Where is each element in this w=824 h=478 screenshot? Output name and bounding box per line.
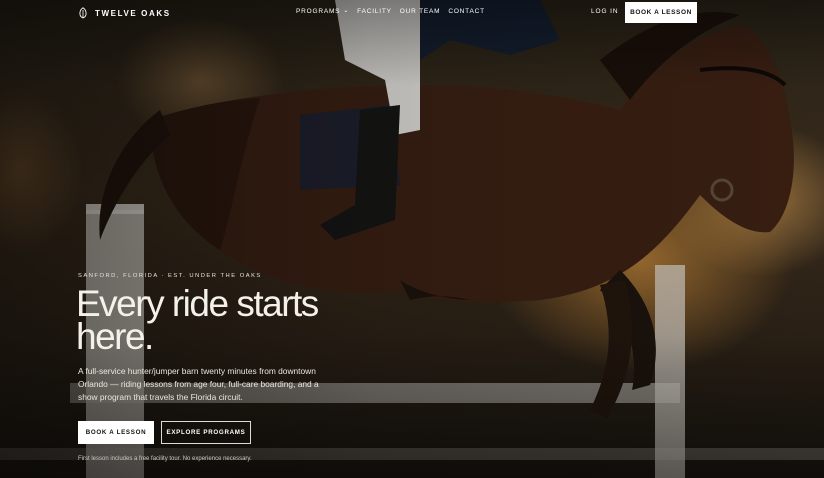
main-menu: PROGRAMS ⌄ FACILITY OUR TEAM CONTACT — [296, 8, 485, 15]
top-nav: TWELVE OAKS PROGRAMS ⌄ FACILITY OUR TEAM… — [0, 0, 824, 24]
nav-item-label: FACILITY — [357, 8, 392, 15]
nav-item-our-team[interactable]: OUR TEAM — [400, 8, 441, 15]
nav-item-contact[interactable]: CONTACT — [448, 8, 485, 15]
brand-name: TWELVE OAKS — [95, 8, 171, 18]
hero-section: TWELVE OAKS PROGRAMS ⌄ FACILITY OUR TEAM… — [0, 0, 824, 478]
chevron-down-icon: ⌄ — [343, 8, 350, 14]
nav-item-label: CONTACT — [448, 8, 485, 15]
nav-item-facility[interactable]: FACILITY — [357, 8, 392, 15]
book-lesson-nav-button[interactable]: BOOK A LESSON — [625, 2, 697, 23]
hero-overlay — [0, 0, 824, 478]
oak-leaf-icon — [79, 7, 87, 19]
book-lesson-button[interactable]: BOOK A LESSON — [78, 421, 154, 444]
login-link[interactable]: LOG IN — [591, 8, 618, 15]
hero-footnote: First lesson includes a free facility to… — [78, 456, 252, 462]
nav-item-programs[interactable]: PROGRAMS ⌄ — [296, 8, 349, 15]
brand-logo[interactable]: TWELVE OAKS — [78, 7, 171, 19]
explore-programs-button[interactable]: EXPLORE PROGRAMS — [161, 421, 251, 444]
nav-item-label: OUR TEAM — [399, 8, 441, 15]
hero-headline: Every ride starts here. — [76, 283, 319, 357]
hero-eyebrow: SANFORD, FLORIDA · EST. UNDER THE OAKS — [78, 273, 262, 279]
hero-description: A full-service hunter/jumper barn twenty… — [78, 366, 319, 402]
nav-item-label: PROGRAMS — [296, 8, 341, 15]
